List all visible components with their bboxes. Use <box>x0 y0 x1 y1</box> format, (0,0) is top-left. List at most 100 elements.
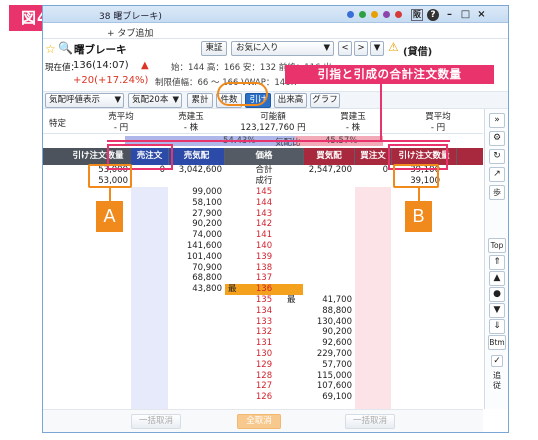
price-level: 130 <box>255 349 273 359</box>
badge-a-connector <box>109 188 111 202</box>
board-toolbar: 気配呼値表示 ▼ 気配20本 ▼ 累計 件数 引け 出来高 グラフ <box>43 91 508 109</box>
badge-b: B <box>405 201 432 232</box>
price-level: 144 <box>255 197 273 208</box>
sell-quote-qty: 43,800 <box>192 284 222 295</box>
minimize-icon[interactable]: – <box>443 8 456 21</box>
buy-order-column-bg <box>355 165 391 410</box>
cumulative-button[interactable]: 累計 <box>187 93 213 108</box>
sell-quote-qty: 70,900 <box>192 262 222 273</box>
lending-badge: (貸借) <box>403 47 433 58</box>
sell-quote-qty: 68,800 <box>192 273 222 284</box>
color-dot-blue[interactable] <box>347 11 354 18</box>
buy-quote-qty: 92,600 <box>322 338 352 349</box>
market-button[interactable]: 東証 <box>201 41 227 56</box>
buy-order-total: 0 <box>382 165 388 175</box>
bottom-bar: 一括取消 全取消 一括取消 <box>43 409 483 432</box>
color-dot-red[interactable] <box>395 11 402 18</box>
tick-icon[interactable]: 歩 <box>489 185 505 200</box>
star-icon[interactable]: ☆ <box>45 42 56 56</box>
price-level: 143 <box>255 208 273 219</box>
price-level: 145 <box>255 187 273 197</box>
scroll-down-icon[interactable]: ▼ <box>489 303 505 318</box>
right-toolbar: » ⚙ ↻ ↗ 歩 Top ⇑ ▲ ● ▼ ⇓ Btm ✓ 追従 <box>484 109 508 409</box>
search-icon[interactable]: 🔍 <box>58 41 73 55</box>
sell-quote-qty: 101,400 <box>186 251 222 262</box>
sell-order-column-bg <box>131 165 168 410</box>
refresh-icon[interactable]: ↻ <box>489 149 505 164</box>
color-dot-green[interactable] <box>359 11 366 18</box>
scroll-top-button[interactable]: Top <box>488 238 506 253</box>
close-icon[interactable]: × <box>475 8 488 21</box>
favorites-select[interactable]: お気に入り ▼ <box>231 41 334 56</box>
color-dot-yellow[interactable] <box>371 11 378 18</box>
scroll-up-icon[interactable]: ▲ <box>489 271 505 286</box>
buy-quote-qty: 41,700 <box>322 295 352 305</box>
badge-b-connector <box>418 188 420 202</box>
depth-select[interactable]: 気配20本 ▼ <box>128 93 182 108</box>
sell-position-value: - 株 <box>183 123 199 133</box>
add-tab-button[interactable]: + タブ追加 <box>107 26 153 39</box>
current-price: 136(14:07) <box>73 60 129 71</box>
price-level: 126 <box>255 392 273 403</box>
scroll-down-double-icon[interactable]: ⇓ <box>489 319 505 334</box>
title-bar: 38 曙ブレーキ) 阪 ? – □ × <box>43 6 508 23</box>
col-spacer-right <box>457 148 483 165</box>
buy-quote-qty: 130,400 <box>316 316 352 327</box>
price-level: 139 <box>255 251 273 262</box>
col-sell-quote: 売気配 <box>169 148 224 165</box>
position-summary: 特定 売平均 - 円 売建玉 - 株 可能額 123,127,760 円 買建玉… <box>43 109 483 134</box>
sell-quote-qty: 58,100 <box>192 197 222 208</box>
price-level: 137 <box>255 273 273 284</box>
cancel-all-sell-button[interactable]: 一括取消 <box>131 414 181 429</box>
gear-icon[interactable]: ⚙ <box>489 131 505 146</box>
scroll-center-icon[interactable]: ● <box>489 287 505 302</box>
price-mode-select[interactable]: 気配呼値表示 ▼ <box>45 93 124 108</box>
buy-quote-qty: 88,800 <box>322 305 352 316</box>
buy-quote-qty: 69,100 <box>322 392 352 403</box>
chart-icon[interactable]: ↗ <box>489 167 505 182</box>
highlight-close-buy-values <box>393 164 439 188</box>
chevron-down-icon: ▼ <box>323 43 330 53</box>
warning-icon: ⚠ <box>388 40 399 54</box>
callout-connector-v <box>380 84 382 142</box>
graph-button[interactable]: グラフ <box>310 93 340 108</box>
follow-checkbox[interactable]: ✓ <box>491 355 503 367</box>
pin-icon[interactable]: 阪 <box>411 9 423 21</box>
maximize-icon[interactable]: □ <box>459 8 472 21</box>
sell-quote-qty: 90,200 <box>192 219 222 230</box>
buy-quote-qty: 57,700 <box>322 359 352 370</box>
callout-connector-h <box>107 140 450 142</box>
price-level: 141 <box>255 230 273 241</box>
buy-quote-total: 2,547,200 <box>308 165 352 175</box>
available-value: 123,127,760 円 <box>240 123 306 133</box>
chevron-down-icon: ▼ <box>172 95 179 105</box>
buy-quote-qty: 90,200 <box>322 327 352 338</box>
double-chevron-down-icon[interactable]: » <box>489 113 505 128</box>
price-level: 134 <box>255 305 273 316</box>
color-dot-purple[interactable] <box>383 11 390 18</box>
callout-label: 引指と引成の合計注文数量 <box>285 65 494 84</box>
price-level: 138 <box>255 262 273 273</box>
price-level: 129 <box>255 359 273 370</box>
account-type: 特定 <box>49 119 67 129</box>
buy-position-value: - 株 <box>345 123 361 133</box>
price-level: 133 <box>255 316 273 327</box>
scroll-up-double-icon[interactable]: ⇑ <box>489 255 505 270</box>
cancel-everything-button[interactable]: 全取消 <box>237 414 281 429</box>
best-bid-mark: 最 <box>287 295 296 305</box>
col-buy-order: 買注文 <box>355 148 391 165</box>
cancel-all-buy-button[interactable]: 一括取消 <box>345 414 395 429</box>
ratio-label: 気配比 <box>275 138 301 148</box>
scroll-bottom-button[interactable]: Btm <box>488 335 506 350</box>
next-button[interactable]: > <box>354 41 368 56</box>
favorites-value: お気に入り <box>236 43 279 53</box>
price-level: 142 <box>255 219 273 230</box>
sell-quote-qty: 141,600 <box>186 241 222 251</box>
price-level: 140 <box>255 241 273 251</box>
prev-button[interactable]: < <box>338 41 352 56</box>
price-level: 127 <box>255 381 273 392</box>
help-icon[interactable]: ? <box>427 9 439 21</box>
price-mode-value: 気配呼値表示 <box>49 95 101 105</box>
volume-button[interactable]: 出来高 <box>274 93 307 108</box>
dropdown-button[interactable]: ▼ <box>370 41 384 56</box>
